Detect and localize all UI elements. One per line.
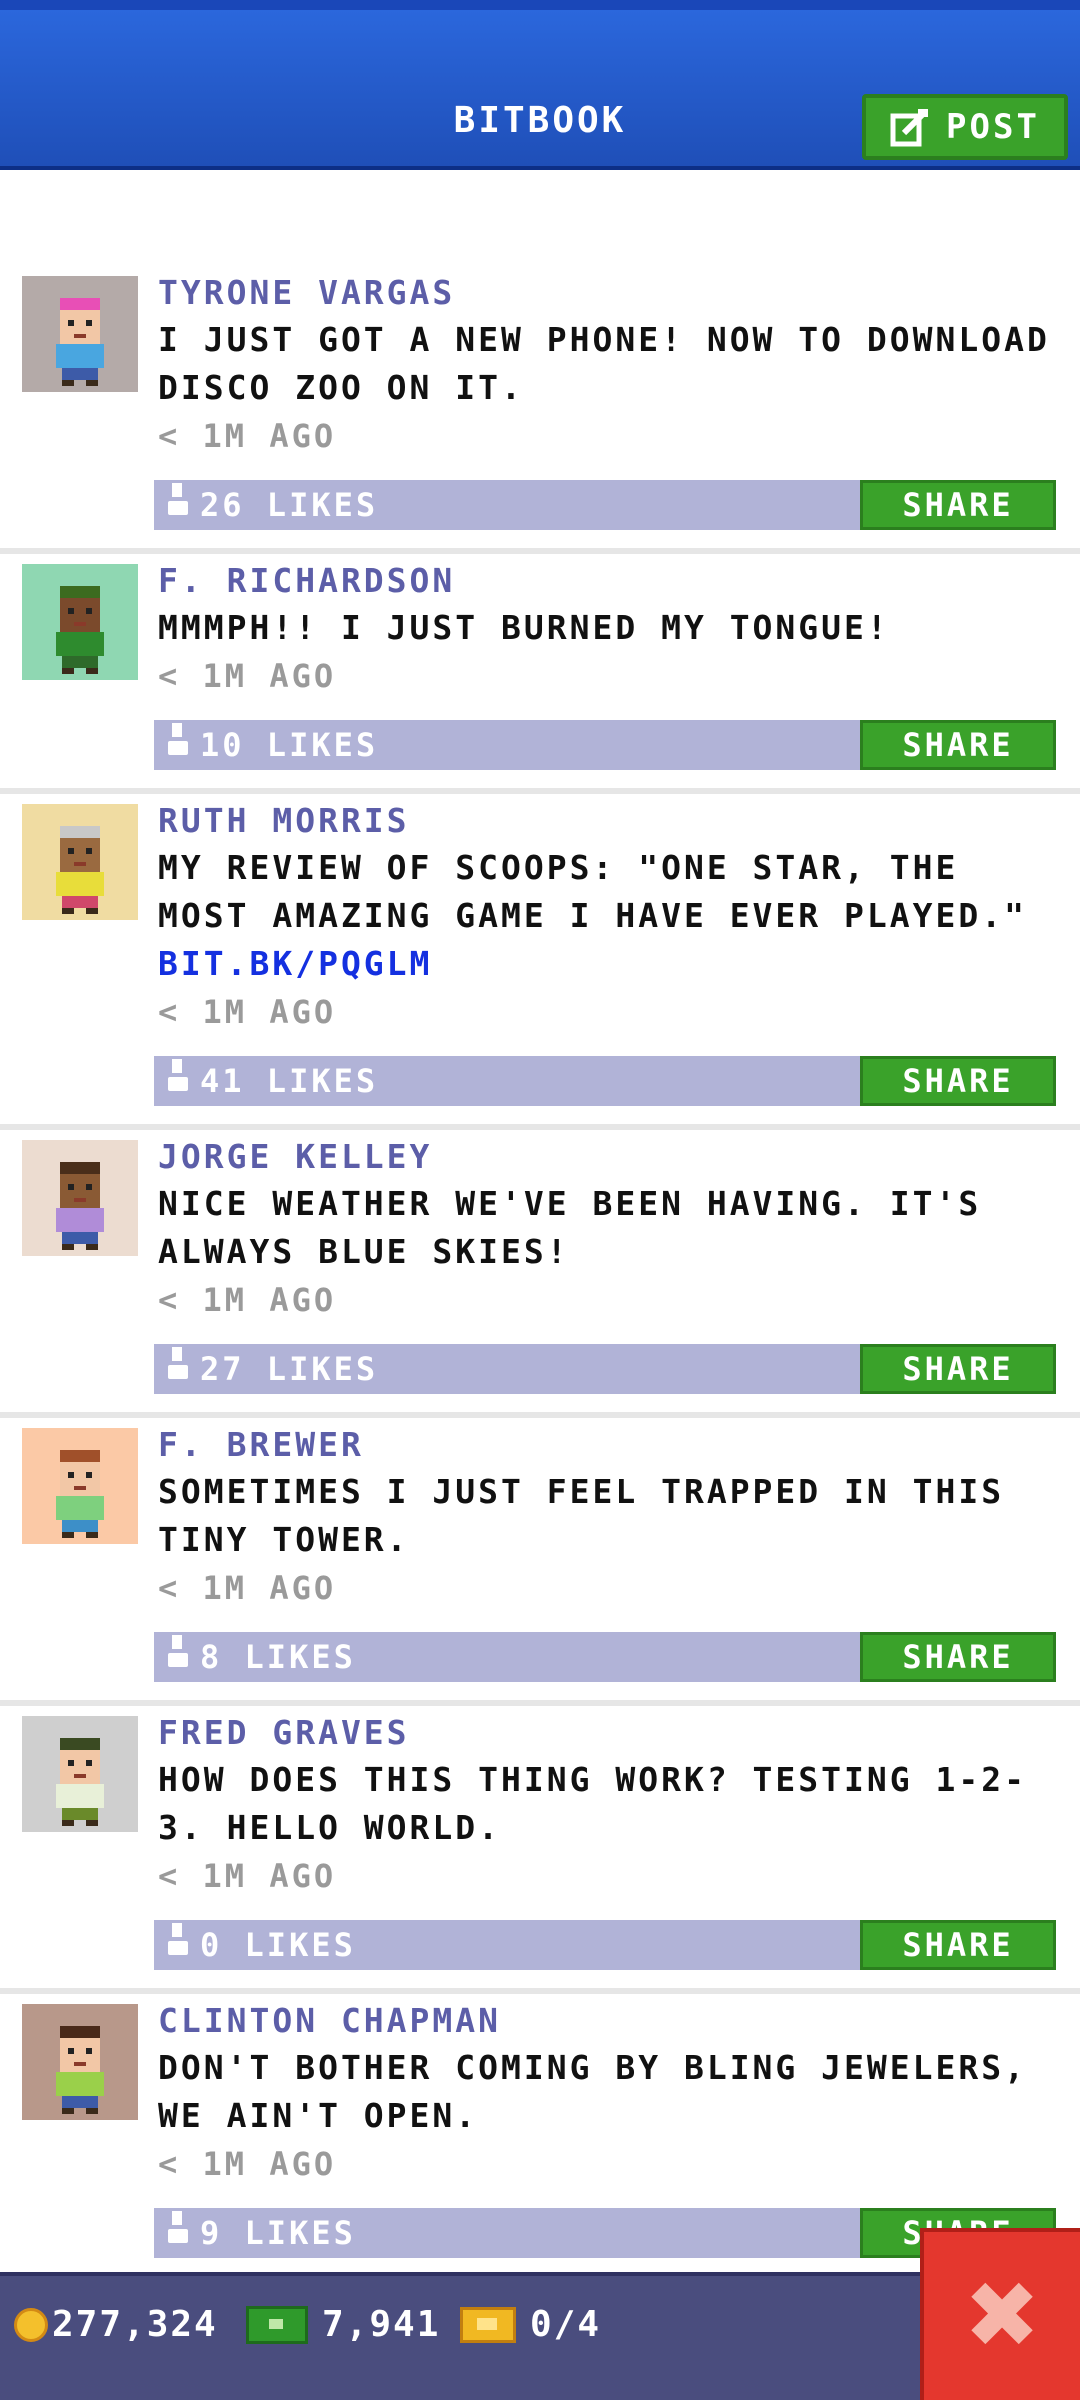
feed-post: JORGE KELLEY NICE WEATHER WE'VE BEEN HAVI… (0, 1130, 1080, 1418)
post-author[interactable]: F. RICHARDSON (158, 558, 1060, 604)
likes-bar[interactable]: 27 LIKES SHARE (154, 1344, 1056, 1394)
share-button[interactable]: SHARE (860, 1920, 1056, 1970)
likes-bar[interactable]: 0 LIKES SHARE (154, 1920, 1056, 1970)
avatar[interactable] (22, 564, 138, 680)
likes-count: 9 LIKES (200, 2214, 356, 2252)
feed-post: TYRONE VARGAS I JUST GOT A NEW PHONE! NOW… (0, 266, 1080, 554)
thumbs-up-icon (166, 723, 190, 759)
avatar[interactable] (22, 276, 138, 392)
thumbs-up-icon (166, 483, 190, 519)
avatar[interactable] (22, 1428, 138, 1544)
likes-count: 41 LIKES (200, 1062, 379, 1100)
share-button[interactable]: SHARE (860, 1056, 1056, 1106)
post-message: MY REVIEW OF SCOOPS: "ONE STAR, THE MOST… (158, 848, 1027, 935)
share-button[interactable]: SHARE (860, 1344, 1056, 1394)
post-button[interactable]: POST (862, 94, 1068, 160)
likes-count: 0 LIKES (200, 1926, 356, 1964)
likes-count: 26 LIKES (200, 486, 379, 524)
post-message: NICE WEATHER WE'VE BEEN HAVING. IT'S ALW… (158, 1184, 982, 1271)
share-button[interactable]: SHARE (860, 1632, 1056, 1682)
ticket-count: 0/4 (530, 2304, 602, 2345)
post-feed[interactable]: TYRONE VARGAS I JUST GOT A NEW PHONE! NOW… (0, 266, 1080, 2282)
ticket-balance: 0/4 (460, 2304, 601, 2345)
post-timestamp: < 1M AGO (158, 1569, 337, 1607)
post-timestamp: < 1M AGO (158, 993, 337, 1031)
post-author[interactable]: CLINTON CHAPMAN (158, 1998, 1060, 2044)
close-icon: ✖ (963, 2262, 1041, 2369)
coin-balance: 277,324 (14, 2304, 218, 2345)
avatar[interactable] (22, 1716, 138, 1832)
bux-count: 7,941 (322, 2304, 441, 2345)
thumbs-up-icon (166, 1059, 190, 1095)
post-timestamp: < 1M AGO (158, 657, 337, 695)
post-author[interactable]: JORGE KELLEY (158, 1134, 1060, 1180)
edit-icon (890, 107, 930, 147)
post-author[interactable]: FRED GRAVES (158, 1710, 1060, 1756)
post-link[interactable]: BIT.BK/PQGLM (158, 940, 1060, 988)
likes-count: 27 LIKES (200, 1350, 379, 1388)
likes-bar[interactable]: 10 LIKES SHARE (154, 720, 1056, 770)
close-button[interactable]: ✖ (920, 2228, 1080, 2400)
likes-bar[interactable]: 8 LIKES SHARE (154, 1632, 1056, 1682)
thumbs-up-icon (166, 1923, 190, 1959)
feed-post: F. RICHARDSON MMMPH!! I JUST BURNED MY TO… (0, 554, 1080, 794)
post-author[interactable]: RUTH MORRIS (158, 798, 1060, 844)
share-button[interactable]: SHARE (860, 480, 1056, 530)
thumbs-up-icon (166, 1635, 190, 1671)
likes-count: 8 LIKES (200, 1638, 356, 1676)
post-timestamp: < 1M AGO (158, 1281, 337, 1319)
coin-count: 277,324 (52, 2304, 218, 2345)
likes-bar[interactable]: 41 LIKES SHARE (154, 1056, 1056, 1106)
share-button[interactable]: SHARE (860, 720, 1056, 770)
coin-icon (14, 2307, 48, 2342)
bux-icon (246, 2305, 308, 2344)
post-button-label: POST (946, 107, 1040, 147)
thumbs-up-icon (166, 2211, 190, 2247)
post-author[interactable]: TYRONE VARGAS (158, 270, 1060, 316)
avatar[interactable] (22, 804, 138, 920)
post-author[interactable]: F. BREWER (158, 1422, 1060, 1468)
feed-post: RUTH MORRIS MY REVIEW OF SCOOPS: "ONE STA… (0, 794, 1080, 1130)
status-bar: 277,324 7,941 0/4 (0, 2272, 1080, 2400)
ticket-icon (460, 2306, 516, 2343)
post-timestamp: < 1M AGO (158, 417, 337, 455)
post-timestamp: < 1M AGO (158, 2145, 337, 2183)
likes-count: 10 LIKES (200, 726, 379, 764)
top-bar: BITBOOK POST (0, 0, 1080, 170)
feed-post: FRED GRAVES HOW DOES THIS THING WORK? TES… (0, 1706, 1080, 1994)
likes-bar[interactable]: 26 LIKES SHARE (154, 480, 1056, 530)
post-message: SOMETIMES I JUST FEEL TRAPPED IN THIS TI… (158, 1472, 1005, 1559)
post-message: MMMPH!! I JUST BURNED MY TONGUE! (158, 608, 890, 647)
bux-balance: 7,941 (246, 2304, 440, 2345)
thumbs-up-icon (166, 1347, 190, 1383)
avatar[interactable] (22, 2004, 138, 2120)
post-message: HOW DOES THIS THING WORK? TESTING 1-2-3.… (158, 1760, 1027, 1847)
feed-post: F. BREWER SOMETIMES I JUST FEEL TRAPPED I… (0, 1418, 1080, 1706)
post-message: DON'T BOTHER COMING BY BLING JEWELERS, W… (158, 2048, 1027, 2135)
feed-post: CLINTON CHAPMAN DON'T BOTHER COMING BY BL… (0, 1994, 1080, 2282)
post-timestamp: < 1M AGO (158, 1857, 337, 1895)
post-message: I JUST GOT A NEW PHONE! NOW TO DOWNLOAD … (158, 320, 1050, 407)
avatar[interactable] (22, 1140, 138, 1256)
